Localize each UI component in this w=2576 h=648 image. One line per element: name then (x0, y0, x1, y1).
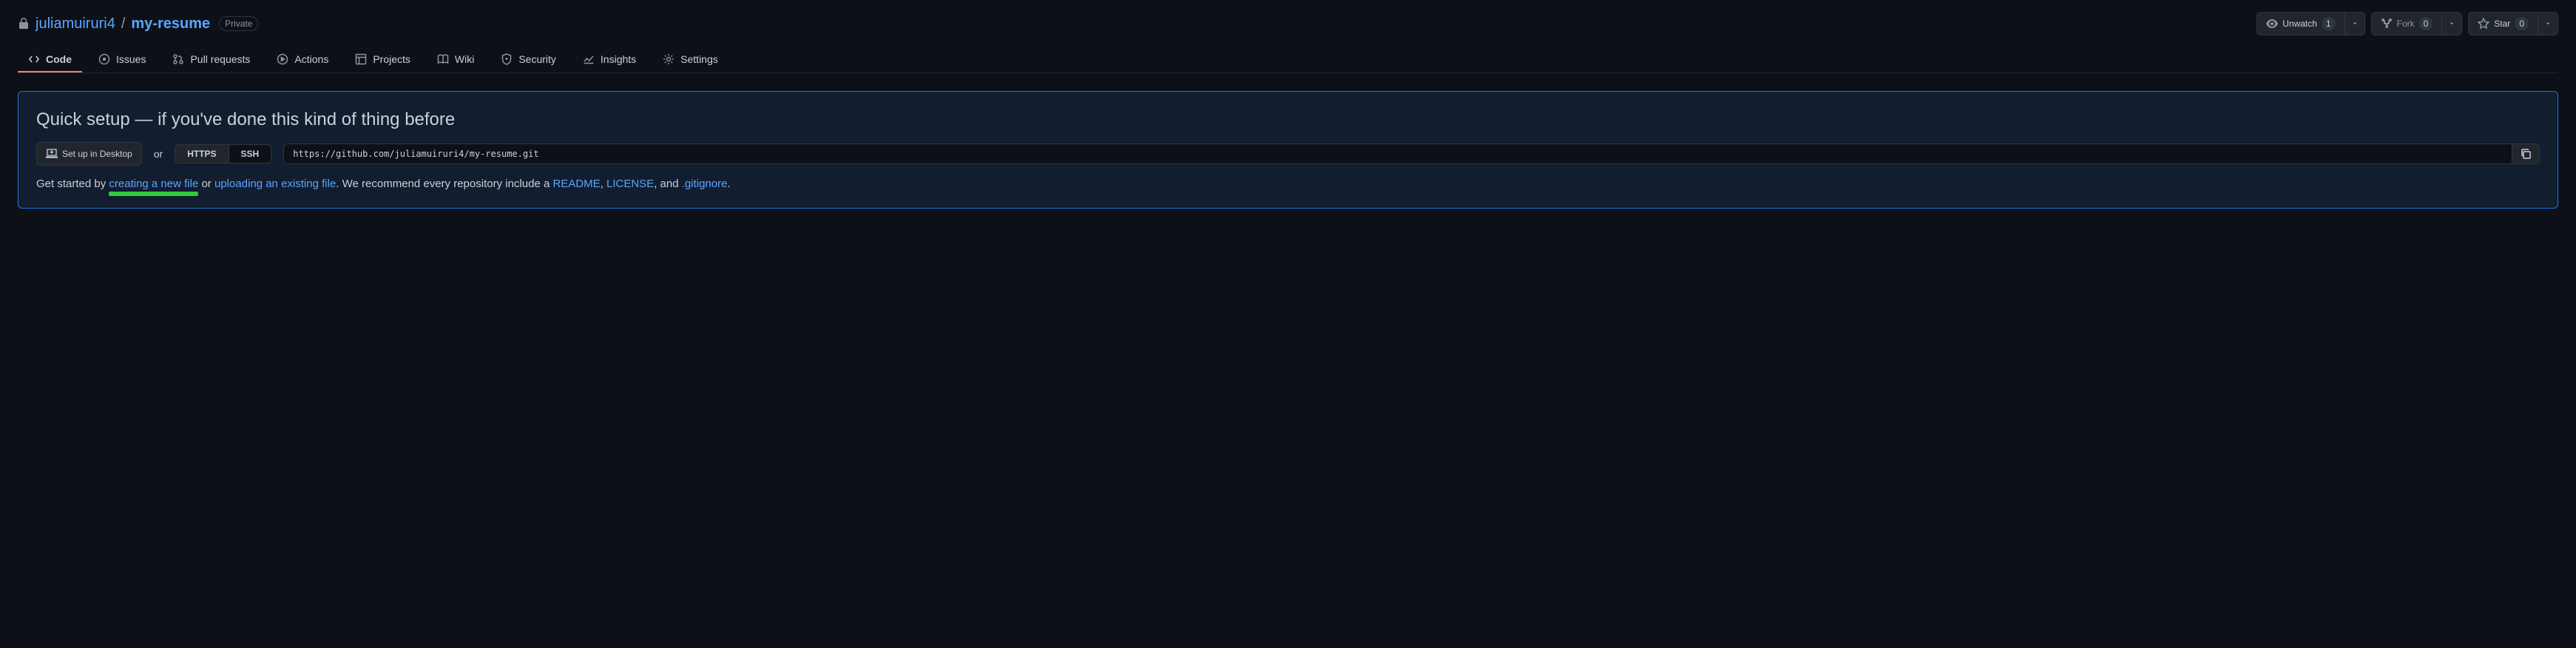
tab-issues[interactable]: Issues (88, 47, 156, 72)
repo-tabs: Code Issues Pull requests Actions Projec… (18, 47, 2558, 73)
repo-link[interactable]: my-resume (131, 16, 210, 33)
star-dropdown[interactable] (2538, 12, 2558, 36)
copy-icon (2520, 148, 2532, 160)
unwatch-button[interactable]: Unwatch 1 (2256, 12, 2345, 36)
chevron-down-icon (2544, 20, 2552, 27)
license-link[interactable]: LICENSE (606, 178, 654, 190)
tab-label: Issues (116, 53, 146, 65)
ssh-button[interactable]: SSH (229, 144, 272, 163)
upload-file-link[interactable]: uploading an existing file (214, 178, 336, 190)
owner-link[interactable]: juliamuiruri4 (36, 16, 115, 33)
tab-label: Code (46, 53, 72, 65)
tab-label: Wiki (455, 53, 474, 65)
graph-icon (583, 53, 595, 65)
or-text: or (154, 148, 163, 160)
code-icon (28, 53, 40, 65)
tab-label: Projects (373, 53, 410, 65)
fork-dropdown[interactable] (2441, 12, 2462, 36)
get-started-text: Get started by creating a new file or up… (36, 178, 2540, 190)
tab-label: Actions (294, 53, 328, 65)
star-button[interactable]: Star 0 (2468, 12, 2538, 36)
tab-code[interactable]: Code (18, 47, 82, 72)
setup-desktop-label: Set up in Desktop (62, 146, 132, 161)
fork-label: Fork (2397, 16, 2415, 31)
issues-icon (98, 53, 110, 65)
book-icon (437, 53, 449, 65)
star-count: 0 (2515, 17, 2529, 30)
tab-label: Settings (680, 53, 718, 65)
text-fragment: . (727, 178, 730, 190)
header-actions: Unwatch 1 Fork 0 (2256, 12, 2558, 36)
quick-setup-heading: Quick setup — if you've done this kind o… (36, 109, 2540, 130)
tab-pull-requests[interactable]: Pull requests (162, 47, 260, 72)
fork-count: 0 (2419, 17, 2433, 30)
quick-setup-box: Quick setup — if you've done this kind o… (18, 91, 2558, 209)
fork-button[interactable]: Fork 0 (2371, 12, 2443, 36)
text-fragment: , and (654, 178, 682, 190)
text-fragment: , (601, 178, 606, 190)
path-separator: / (121, 16, 126, 33)
desktop-download-icon (46, 148, 58, 160)
unwatch-label: Unwatch (2282, 16, 2317, 31)
chevron-down-icon (2351, 20, 2359, 27)
shield-icon (501, 53, 513, 65)
lock-icon (18, 18, 30, 30)
tab-wiki[interactable]: Wiki (427, 47, 484, 72)
text-fragment: . We recommend every repository include … (336, 178, 552, 190)
visibility-badge: Private (219, 16, 258, 31)
star-label: Star (2494, 16, 2510, 31)
tab-label: Pull requests (190, 53, 250, 65)
text-fragment: or (198, 178, 214, 190)
watch-count: 1 (2322, 17, 2336, 30)
tab-label: Security (518, 53, 556, 65)
tab-security[interactable]: Security (490, 47, 567, 72)
eye-icon (2266, 18, 2278, 30)
tab-label: Insights (601, 53, 636, 65)
repo-title: juliamuiruri4 / my-resume Private (18, 16, 258, 33)
pull-request-icon (172, 53, 184, 65)
tab-settings[interactable]: Settings (652, 47, 728, 72)
projects-icon (355, 53, 367, 65)
chevron-down-icon (2448, 20, 2455, 27)
https-button[interactable]: HTTPS (175, 144, 229, 163)
play-icon (277, 53, 288, 65)
readme-link[interactable]: README (552, 178, 600, 190)
protocol-toggle: HTTPS SSH (175, 144, 271, 163)
clone-url-input[interactable] (283, 144, 2512, 164)
fork-icon (2381, 18, 2393, 30)
star-icon (2478, 18, 2489, 30)
setup-desktop-button[interactable]: Set up in Desktop (36, 142, 142, 166)
unwatch-dropdown[interactable] (2345, 12, 2365, 36)
gitignore-link[interactable]: .gitignore (682, 178, 728, 190)
copy-url-button[interactable] (2512, 144, 2540, 164)
tab-actions[interactable]: Actions (266, 47, 339, 72)
tab-projects[interactable]: Projects (345, 47, 421, 72)
gear-icon (663, 53, 675, 65)
create-file-link[interactable]: creating a new file (109, 178, 198, 190)
text-fragment: Get started by (36, 178, 109, 190)
tab-insights[interactable]: Insights (572, 47, 646, 72)
